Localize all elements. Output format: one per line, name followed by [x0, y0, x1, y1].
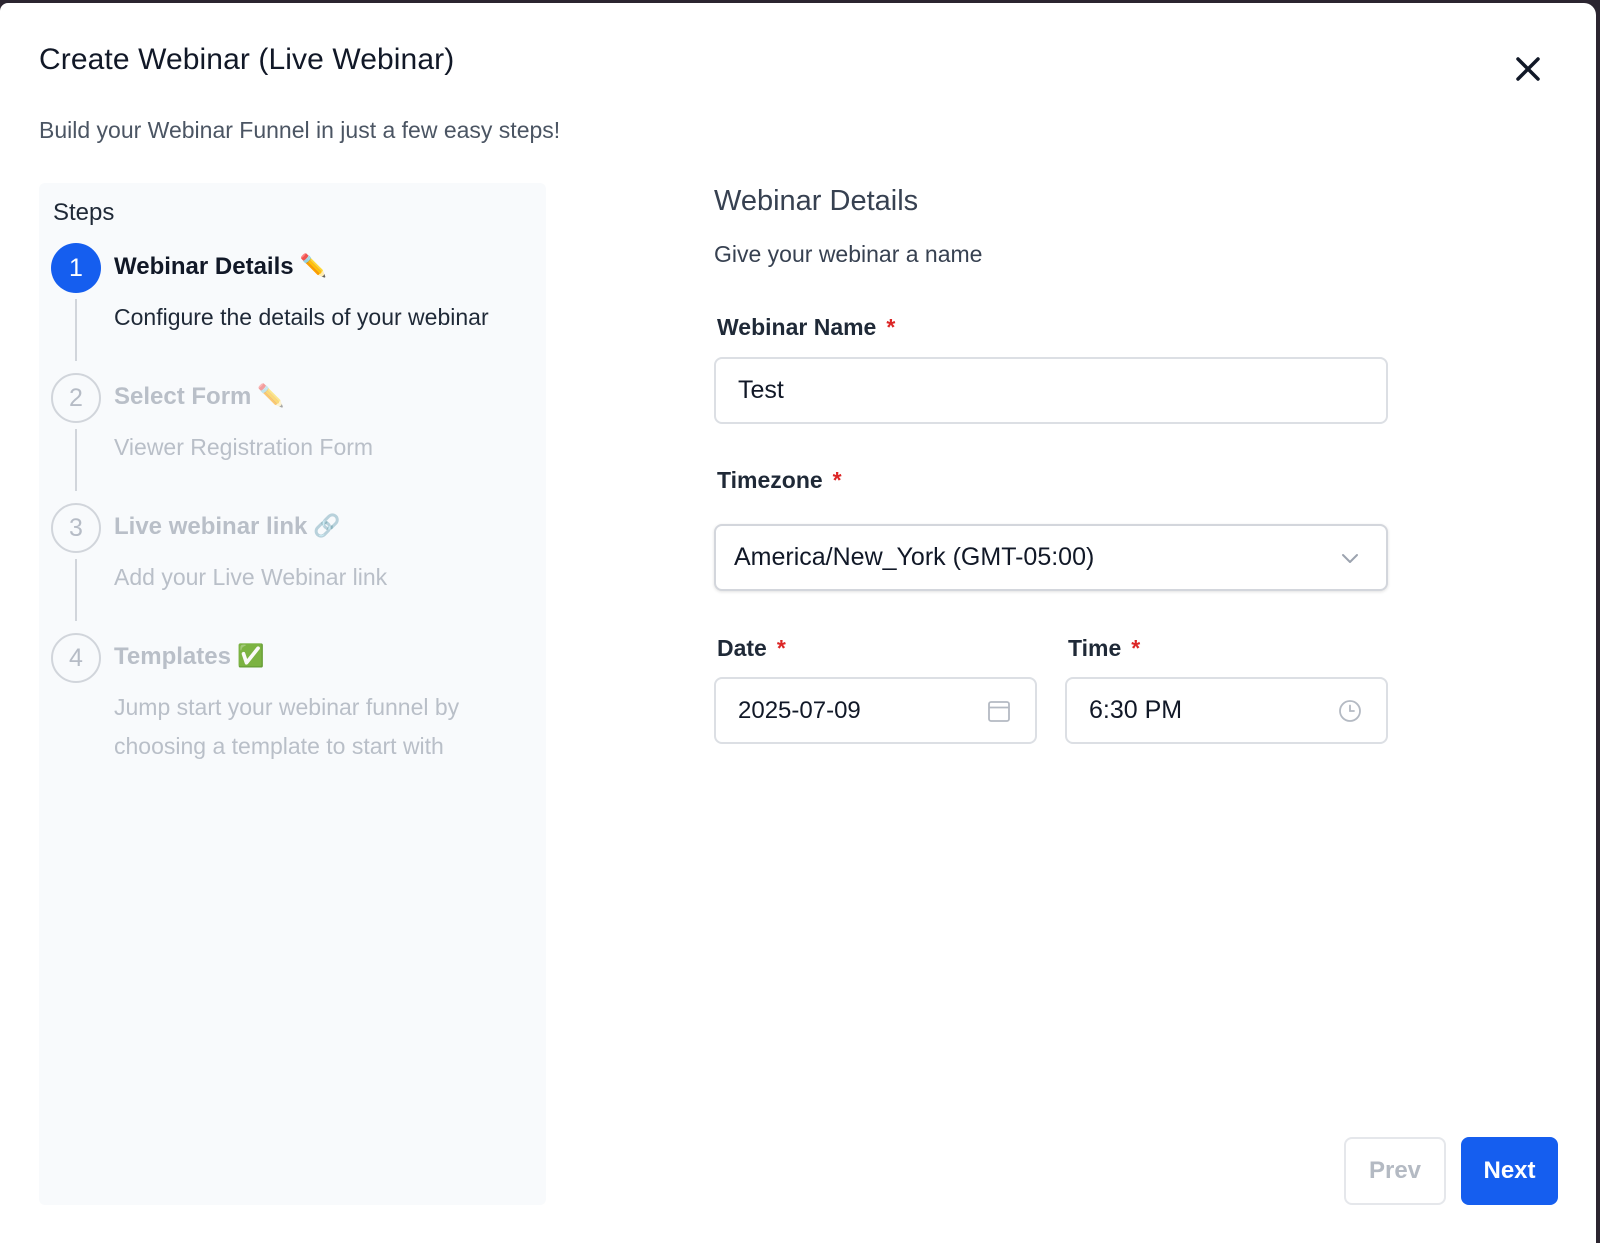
calendar-icon	[985, 697, 1013, 725]
required-asterisk: *	[832, 467, 842, 493]
step-connector	[75, 559, 77, 621]
pencil-icon: ✏️	[257, 383, 285, 408]
link-icon: 🔗	[313, 513, 341, 538]
webinar-name-field[interactable]	[714, 357, 1388, 424]
step-title-text: Live webinar link	[114, 513, 308, 540]
modal-title: Create Webinar (Live Webinar)	[39, 43, 455, 76]
timezone-select-value: America/New_York (GMT-05:00)	[734, 543, 1095, 571]
timezone-label-text: Timezone	[717, 467, 823, 493]
modal-subtitle: Build your Webinar Funnel in just a few …	[39, 117, 561, 143]
time-label: Time *	[1068, 635, 1140, 662]
close-icon	[1516, 57, 1540, 81]
step-connector	[75, 429, 77, 491]
step-title: Live webinar link 🔗	[114, 513, 341, 541]
step-number-badge: 3	[51, 503, 101, 553]
webinar-name-input[interactable]	[716, 376, 1386, 405]
step-title: Select Form ✏️	[114, 383, 285, 411]
close-button[interactable]	[1510, 51, 1546, 87]
required-asterisk: *	[886, 314, 896, 340]
time-field[interactable]	[1065, 677, 1388, 744]
timezone-label: Timezone *	[717, 467, 842, 494]
step-title-text: Select Form	[114, 383, 252, 410]
time-input[interactable]	[1067, 696, 1336, 725]
step-title-text: Templates	[114, 643, 231, 670]
step-description: Jump start your webinar funnel by choosi…	[114, 694, 460, 759]
date-input[interactable]	[716, 696, 985, 725]
time-label-text: Time	[1068, 635, 1122, 661]
check-mark-icon: ✅	[236, 643, 265, 668]
step-description: Viewer Registration Form	[114, 434, 374, 460]
date-label-text: Date	[717, 635, 767, 661]
step-title-text: Webinar Details	[114, 253, 294, 280]
step-number-badge: 1	[51, 243, 101, 293]
prev-button[interactable]: Prev	[1344, 1137, 1446, 1205]
create-webinar-modal: Create Webinar (Live Webinar) Build your…	[0, 3, 1596, 1243]
webinar-name-label: Webinar Name *	[717, 314, 895, 341]
timezone-select[interactable]: America/New_York (GMT-05:00)	[714, 524, 1388, 591]
step-connector	[75, 299, 77, 361]
webinar-name-label-text: Webinar Name	[717, 314, 877, 340]
form-section-subtitle: Give your webinar a name	[714, 241, 983, 267]
form-section-title: Webinar Details	[714, 185, 919, 217]
step-number-badge: 4	[51, 633, 101, 683]
next-button[interactable]: Next	[1461, 1137, 1558, 1205]
step-description: Add your Live Webinar link	[114, 564, 388, 590]
date-label: Date *	[717, 635, 786, 662]
steps-panel: Steps 1 Webinar Details ✏️ Configure the …	[39, 183, 546, 1205]
step-number-badge: 2	[51, 373, 101, 423]
step-description: Configure the details of your webinar	[114, 304, 489, 330]
required-asterisk: *	[776, 635, 786, 661]
step-title: Webinar Details ✏️	[114, 253, 327, 281]
steps-heading: Steps	[53, 199, 115, 226]
chevron-down-icon	[1336, 544, 1364, 572]
required-asterisk: *	[1131, 635, 1141, 661]
date-field[interactable]	[714, 677, 1037, 744]
pencil-icon: ✏️	[299, 253, 328, 278]
clock-icon	[1336, 697, 1364, 725]
step-title: Templates ✅	[114, 643, 264, 671]
